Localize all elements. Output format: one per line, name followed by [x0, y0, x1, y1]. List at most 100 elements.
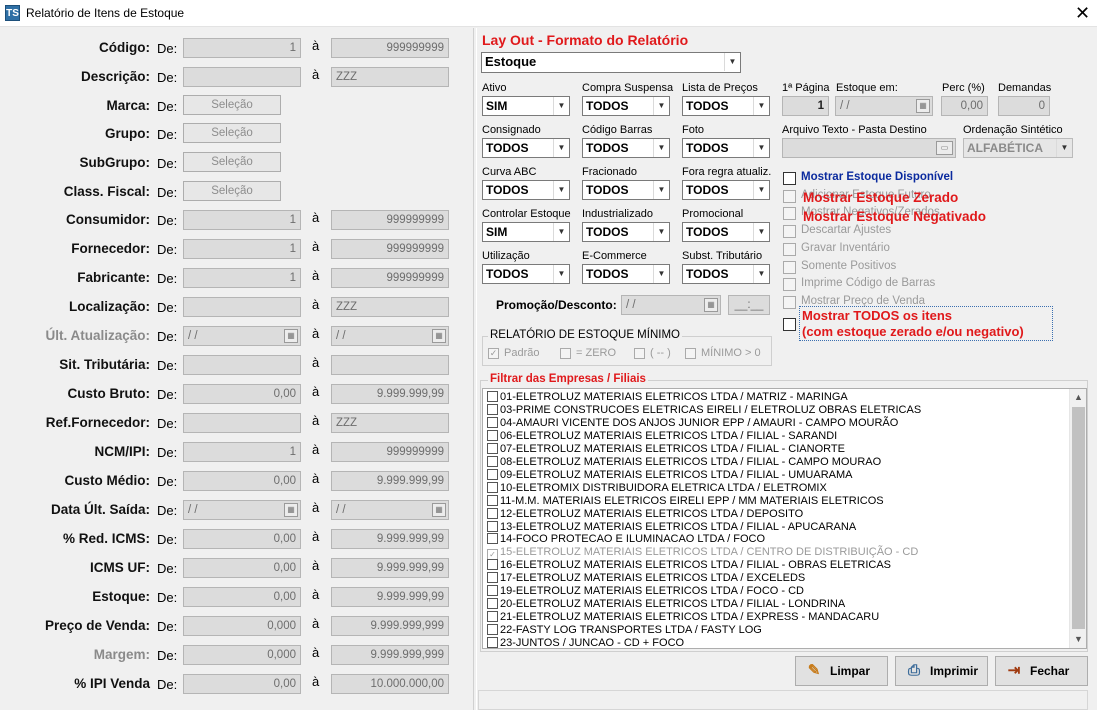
empresa-item[interactable]: 03-PRIME CONSTRUCOES ELETRICAS EIRELI / …	[487, 403, 921, 417]
option-checkbox[interactable]	[783, 207, 796, 221]
option-checkbox[interactable]	[783, 260, 796, 274]
calendar-icon[interactable]: ▦	[284, 503, 298, 517]
filter-to-field[interactable]: ZZZ	[331, 413, 449, 433]
minimo-checkbox[interactable]	[634, 348, 645, 359]
option-checkbox[interactable]	[783, 172, 796, 185]
filter-to-field[interactable]: ZZZ	[331, 67, 449, 87]
empresa-item[interactable]: 17-ELETROLUZ MATERIAIS ELETRICOS LTDA / …	[487, 572, 805, 585]
scroll-down-icon[interactable]: ▼	[1070, 631, 1086, 648]
calendar-icon[interactable]: ▦	[432, 329, 446, 343]
filter-to-field[interactable]: 999999999	[331, 442, 449, 462]
layout-select[interactable]: Estoque ▼	[481, 52, 741, 73]
perc-field[interactable]: 0,00	[941, 96, 988, 116]
empresa-checkbox[interactable]	[487, 624, 498, 636]
filter-from-field[interactable]: 1	[183, 239, 301, 259]
empresa-checkbox[interactable]	[487, 637, 498, 648]
option-checkbox[interactable]	[783, 278, 796, 292]
combo-select[interactable]: TODOS ▼	[582, 180, 670, 200]
empresa-checkbox[interactable]	[487, 598, 498, 610]
filter-to-field[interactable]: ZZZ	[331, 297, 449, 317]
combo-select[interactable]: TODOS ▼	[582, 96, 670, 116]
combo-select[interactable]: TODOS ▼	[682, 138, 770, 158]
filter-from-field[interactable]: / / ▦	[183, 326, 301, 346]
close-icon[interactable]: ✕	[1068, 0, 1097, 27]
filter-to-field[interactable]: / / ▦	[331, 326, 449, 346]
filter-from-field[interactable]: 0,00	[183, 587, 301, 607]
calendar-icon[interactable]: ▦	[284, 329, 298, 343]
filter-to-field[interactable]: 999999999	[331, 210, 449, 230]
filter-from-field[interactable]: 0,00	[183, 529, 301, 549]
empresa-checkbox[interactable]	[487, 416, 498, 428]
filter-to-field[interactable]: 9.999.999,99	[331, 529, 449, 549]
filter-from-field[interactable]	[183, 413, 301, 433]
option-checkbox[interactable]	[783, 225, 796, 239]
empresa-checkbox[interactable]	[487, 559, 498, 571]
filter-to-field[interactable]: 999999999	[331, 239, 449, 259]
filter-from-field[interactable]: 0,000	[183, 616, 301, 636]
selecao-button[interactable]: Seleção	[183, 152, 281, 172]
empresa-item[interactable]: 22-FASTY LOG TRANSPORTES LTDA / FASTY LO…	[487, 624, 762, 637]
filter-to-field[interactable]: / / ▦	[331, 500, 449, 520]
empresa-checkbox[interactable]	[487, 533, 498, 545]
filter-to-field[interactable]: 10.000.000,00	[331, 674, 449, 694]
option-checkbox[interactable]	[783, 189, 796, 203]
empresa-checkbox[interactable]	[487, 403, 498, 415]
combo-select[interactable]: TODOS ▼	[482, 180, 570, 200]
minimo-checkbox[interactable]	[560, 348, 571, 359]
option-checkbox[interactable]	[783, 295, 796, 309]
empresas-scrollbar[interactable]: ▲ ▼	[1069, 389, 1086, 648]
filter-from-field[interactable]: 1	[183, 442, 301, 462]
empresas-list[interactable]: 01-ELETROLUZ MATERIAIS ELETRICOS LTDA / …	[482, 388, 1087, 649]
empresa-item[interactable]: 23-JUNTOS / JUNCAO - CD + FOCO	[487, 637, 684, 648]
filter-from-field[interactable]: 0,00	[183, 384, 301, 404]
calendar-icon[interactable]: ▦	[916, 99, 930, 113]
combo-select[interactable]: TODOS ▼	[482, 264, 570, 284]
limpar-button[interactable]: ✎ Limpar	[795, 656, 888, 686]
promocao-date[interactable]: / / ▦	[621, 295, 721, 315]
filter-from-field[interactable]: 1	[183, 38, 301, 58]
empresa-checkbox[interactable]	[487, 520, 498, 532]
filter-from-field[interactable]	[183, 355, 301, 375]
filter-from-field[interactable]: 1	[183, 210, 301, 230]
empresa-checkbox[interactable]	[487, 468, 498, 480]
empresa-item[interactable]: 14-FOCO PROTECAO E ILUMINACAO LTDA / FOC…	[487, 533, 765, 546]
combo-select[interactable]: TODOS ▼	[682, 180, 770, 200]
imprimir-button[interactable]: ⎙ Imprimir	[895, 656, 988, 686]
selecao-button[interactable]: Seleção	[183, 181, 281, 201]
combo-select[interactable]: TODOS ▼	[582, 264, 670, 284]
filter-to-field[interactable]: 9.999.999,99	[331, 587, 449, 607]
empresa-item[interactable]: 11-M.M. MATERIAIS ELETRICOS EIRELI EPP /…	[487, 494, 884, 508]
arquivo-field[interactable]: ▭	[782, 138, 956, 158]
empresa-item[interactable]: 06-ELETROLUZ MATERIAIS ELETRICOS LTDA / …	[487, 429, 837, 443]
empresa-item[interactable]: 08-ELETROLUZ MATERIAIS ELETRICOS LTDA / …	[487, 455, 881, 469]
fechar-button[interactable]: ⇥ Fechar	[995, 656, 1088, 686]
empresa-checkbox[interactable]	[487, 391, 498, 402]
empresa-item[interactable]: 20-ELETROLUZ MATERIAIS ELETRICOS LTDA / …	[487, 598, 845, 611]
filter-from-field[interactable]: 0,000	[183, 645, 301, 665]
empresa-item[interactable]: 01-ELETROLUZ MATERIAIS ELETRICOS LTDA / …	[487, 391, 848, 404]
demandas-field[interactable]: 0	[998, 96, 1050, 116]
empresa-checkbox[interactable]	[487, 481, 498, 493]
combo-select[interactable]: TODOS ▼	[582, 222, 670, 242]
combo-select[interactable]: SIM ▼	[482, 222, 570, 242]
promocao-time[interactable]: __:__	[728, 295, 770, 315]
filter-to-field[interactable]: 9.999.999,99	[331, 471, 449, 491]
empresa-checkbox[interactable]	[487, 494, 498, 506]
minimo-checkbox[interactable]: ✓	[488, 348, 499, 359]
folder-icon[interactable]: ▭	[936, 141, 953, 155]
filter-to-field[interactable]: 9.999.999,99	[331, 558, 449, 578]
filter-to-field[interactable]: 9.999.999,999	[331, 616, 449, 636]
minimo-checkbox[interactable]	[685, 348, 696, 359]
combo-select[interactable]: TODOS ▼	[682, 264, 770, 284]
combo-select[interactable]: SIM ▼	[482, 96, 570, 116]
filter-to-field[interactable]: 9.999.999,999	[331, 645, 449, 665]
empresa-item[interactable]: 21-ELETROLUZ MATERIAIS ELETRICOS LTDA / …	[487, 611, 879, 624]
empresa-item[interactable]: 09-ELETROLUZ MATERIAIS ELETRICOS LTDA / …	[487, 468, 852, 482]
estoque-em-date[interactable]: / / ▦	[835, 96, 933, 116]
combo-select[interactable]: TODOS ▼	[682, 222, 770, 242]
empresa-checkbox[interactable]	[487, 585, 498, 597]
combo-select[interactable]: TODOS ▼	[582, 138, 670, 158]
empresa-checkbox[interactable]	[487, 507, 498, 519]
empresa-checkbox[interactable]	[487, 429, 498, 441]
filter-from-field[interactable]: / / ▦	[183, 500, 301, 520]
